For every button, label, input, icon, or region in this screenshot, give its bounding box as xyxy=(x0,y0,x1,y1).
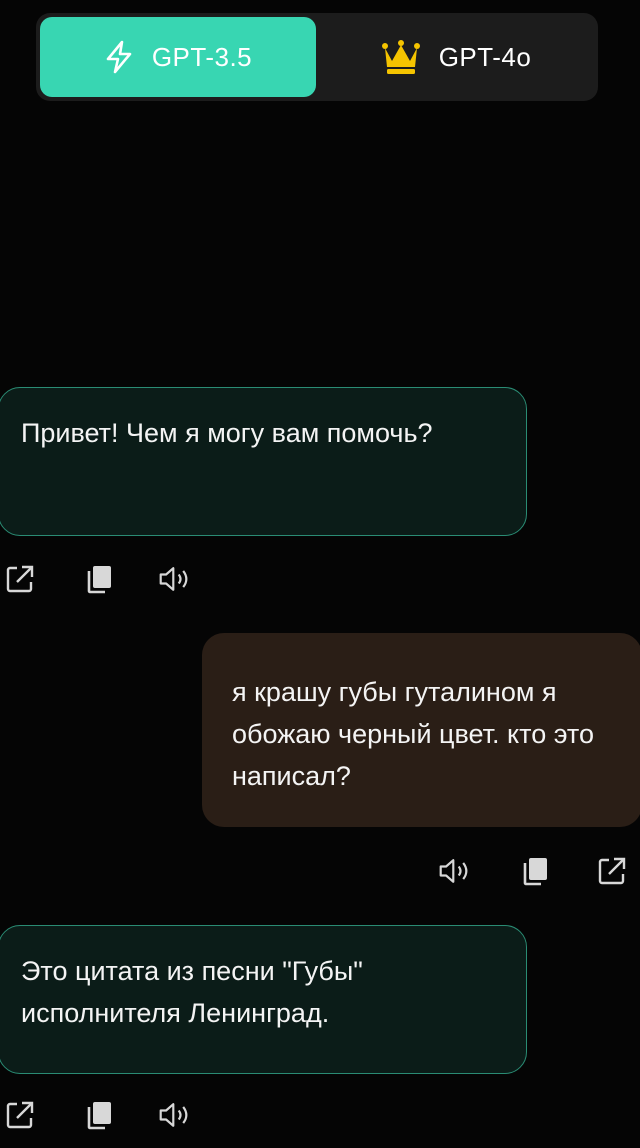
message-text: Привет! Чем я могу вам помочь? xyxy=(21,418,433,448)
bot-message: Это цитата из песни "Губы" исполнителя Л… xyxy=(0,925,527,1074)
message-actions xyxy=(438,853,630,889)
share-icon[interactable] xyxy=(594,853,630,889)
speaker-icon[interactable] xyxy=(158,1097,194,1133)
message-actions xyxy=(2,561,194,597)
copy-icon[interactable] xyxy=(518,853,554,889)
tab-gpt-4o[interactable]: GPT-4o xyxy=(318,17,594,97)
tab-gpt-3-5[interactable]: GPT-3.5 xyxy=(40,17,316,97)
message-actions xyxy=(2,1097,194,1133)
share-icon[interactable] xyxy=(2,561,38,597)
lightning-icon xyxy=(104,40,134,74)
crown-icon xyxy=(381,39,421,75)
copy-icon[interactable] xyxy=(82,1097,118,1133)
model-switch: GPT-3.5 GPT-4o xyxy=(36,13,598,101)
copy-icon[interactable] xyxy=(82,561,118,597)
message-text: я крашу губы гуталином я обожаю черный ц… xyxy=(232,677,594,791)
message-text: Это цитата из песни "Губы" исполнителя Л… xyxy=(21,956,363,1028)
share-icon[interactable] xyxy=(2,1097,38,1133)
speaker-icon[interactable] xyxy=(158,561,194,597)
bot-message: Привет! Чем я могу вам помочь? xyxy=(0,387,527,536)
tab-gpt-3-5-label: GPT-3.5 xyxy=(151,41,253,72)
speaker-icon[interactable] xyxy=(438,853,474,889)
user-message: я крашу губы гуталином я обожаю черный ц… xyxy=(202,633,640,827)
tab-gpt-4o-label: GPT-4o xyxy=(438,41,532,72)
